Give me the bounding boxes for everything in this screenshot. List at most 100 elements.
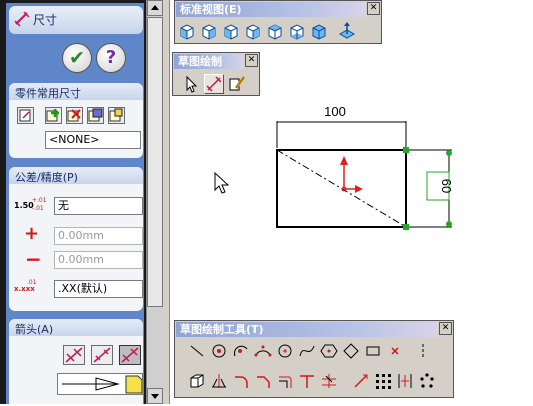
checkmark-icon: ✔: [69, 47, 85, 69]
rectangle-tool-button[interactable]: [363, 341, 383, 361]
dimension-handle[interactable]: [446, 150, 452, 156]
add-favorite-button[interactable]: [45, 107, 62, 124]
favorites-panel-title: 零件常用尺寸: [15, 87, 81, 100]
tangent-arc-tool-icon: [233, 345, 248, 357]
line-tool-button[interactable]: [187, 341, 207, 361]
trim-tool-button[interactable]: [319, 371, 339, 391]
linear-pattern-tool-icon: [376, 374, 391, 389]
circular-pattern-tool-button[interactable]: [417, 371, 437, 391]
favorites-panel: 零件常用尺寸 <NONE>: [9, 83, 143, 158]
property-manager-scrollbar[interactable]: [146, 0, 164, 404]
scroll-thumb[interactable]: [147, 17, 163, 307]
rectangle-tool-icon: [366, 346, 380, 356]
load-favorite-button[interactable]: [108, 107, 125, 124]
precision-select[interactable]: .XX(默认): [54, 280, 143, 298]
chamfer-tool-icon: [257, 376, 270, 388]
mirror-tool-button[interactable]: [209, 371, 229, 391]
arrows-smart-button[interactable]: [119, 345, 141, 365]
circular-pattern-tool-icon: [420, 373, 434, 388]
arrows-outside-button[interactable]: [63, 345, 85, 365]
circle-tool-button[interactable]: [275, 341, 295, 361]
fillet-tool-icon: [235, 376, 248, 388]
chamfer-tool-button[interactable]: [253, 371, 273, 391]
ok-button[interactable]: ✔: [62, 43, 92, 73]
diamond-tool-button[interactable]: [341, 341, 361, 361]
line-tool-icon: [190, 345, 204, 357]
delete-favorite-button[interactable]: [66, 107, 83, 124]
plane-tool-button[interactable]: [187, 371, 207, 391]
panel-divider[interactable]: [163, 0, 170, 404]
polygon-tool-button[interactable]: [319, 341, 339, 361]
tolerance-type-value: 无: [58, 199, 69, 212]
plus-icon: +: [24, 223, 40, 244]
spline-tool-button[interactable]: [297, 341, 317, 361]
point-tool-icon: [391, 347, 399, 355]
arrow-up-icon: [151, 5, 159, 10]
offset-tool-icon: [279, 376, 292, 388]
vertical-dimension-text[interactable]: 60: [439, 179, 454, 193]
arrows-panel-title: 箭头(A): [15, 323, 54, 336]
arrow-style-select[interactable]: [57, 373, 143, 395]
construction-geometry-tool-icon: [354, 374, 368, 388]
horizontal-dimension-text[interactable]: 100: [324, 104, 346, 119]
three-point-arc-tool-button[interactable]: [253, 341, 273, 361]
precision-value: .XX(默认): [58, 282, 108, 295]
precision-icon: .01 x.xxx: [14, 279, 37, 293]
sketch-tools-close-button[interactable]: ✕: [439, 322, 452, 335]
scroll-up-button[interactable]: [147, 0, 163, 16]
convert-entities-tool-button[interactable]: [297, 371, 317, 391]
diamond-tool-icon: [343, 343, 359, 359]
offset-tool-button[interactable]: [275, 371, 295, 391]
convert-entities-tool-icon: [300, 375, 314, 388]
property-manager: 尺寸 ✔ ? 零件常用尺寸 <NONE> 公差/精度(P) 1.50 +.01 …: [0, 0, 164, 404]
apply-default-button[interactable]: [17, 107, 34, 124]
favorites-select[interactable]: <NONE>: [45, 131, 141, 149]
fillet-tool-button[interactable]: [231, 371, 251, 391]
circle-tool-icon: [278, 344, 292, 358]
minus-icon: −: [25, 247, 42, 271]
favorites-select-value: <NONE>: [49, 133, 100, 146]
mouse-cursor-icon: [214, 171, 230, 194]
point-tool-button[interactable]: [385, 341, 405, 361]
favorites-panel-header: 零件常用尺寸: [9, 83, 143, 100]
arrows-inside-button[interactable]: [91, 345, 113, 365]
question-mark-icon: ?: [105, 47, 117, 68]
sketch-tools-title[interactable]: 草图绘制工具(T): [176, 322, 438, 337]
center-circle-tool-icon: [212, 344, 226, 358]
sketch-tools-toolbar: 草图绘制工具(T) ✕: [174, 320, 454, 398]
help-button[interactable]: ?: [96, 43, 126, 73]
arrow-style-preview-icon: [62, 375, 143, 394]
horizontal-dimension-extension-lines: [276, 121, 407, 148]
polygon-tool-icon: [320, 344, 338, 358]
construction-diagonal: [276, 149, 407, 228]
dimension-handle[interactable]: [446, 221, 452, 227]
construction-geometry-tool-button[interactable]: [351, 371, 371, 391]
move-entities-tool-button[interactable]: [395, 371, 415, 391]
sketch-point[interactable]: [403, 224, 409, 230]
three-point-arc-tool-icon: [254, 345, 272, 357]
tolerance-panel-title: 公差/精度(P): [15, 171, 78, 184]
centerline-tool-button[interactable]: [413, 341, 433, 361]
spline-tool-icon: [299, 345, 315, 357]
lower-tolerance-placeholder: 0.00mm: [58, 253, 104, 266]
centerline-tool-icon: [422, 344, 424, 358]
pm-title: 尺寸: [33, 13, 58, 27]
tolerance-type-select[interactable]: 无: [54, 197, 143, 215]
dimension-icon: [14, 11, 30, 30]
upper-tolerance-input[interactable]: 0.00mm: [54, 227, 143, 245]
trim-tool-icon: [322, 374, 336, 388]
tangent-arc-tool-button[interactable]: [231, 341, 251, 361]
linear-pattern-tool-button[interactable]: [373, 371, 393, 391]
pm-header: 尺寸: [9, 6, 143, 34]
plane-tool-icon: [190, 374, 204, 388]
center-circle-tool-button[interactable]: [209, 341, 229, 361]
lower-tolerance-input[interactable]: 0.00mm: [54, 251, 143, 269]
move-entities-tool-icon: [398, 374, 412, 388]
arrows-panel: 箭头(A): [9, 319, 143, 404]
property-manager-body: 尺寸 ✔ ? 零件常用尺寸 <NONE> 公差/精度(P) 1.50 +.01 …: [6, 3, 144, 404]
upper-tolerance-placeholder: 0.00mm: [58, 229, 104, 242]
tolerance-type-icon: 1.50 +.01 -.01: [14, 197, 47, 212]
sketch-point[interactable]: [403, 147, 409, 153]
save-favorite-button[interactable]: [87, 107, 104, 124]
scroll-down-button[interactable]: [147, 388, 163, 404]
